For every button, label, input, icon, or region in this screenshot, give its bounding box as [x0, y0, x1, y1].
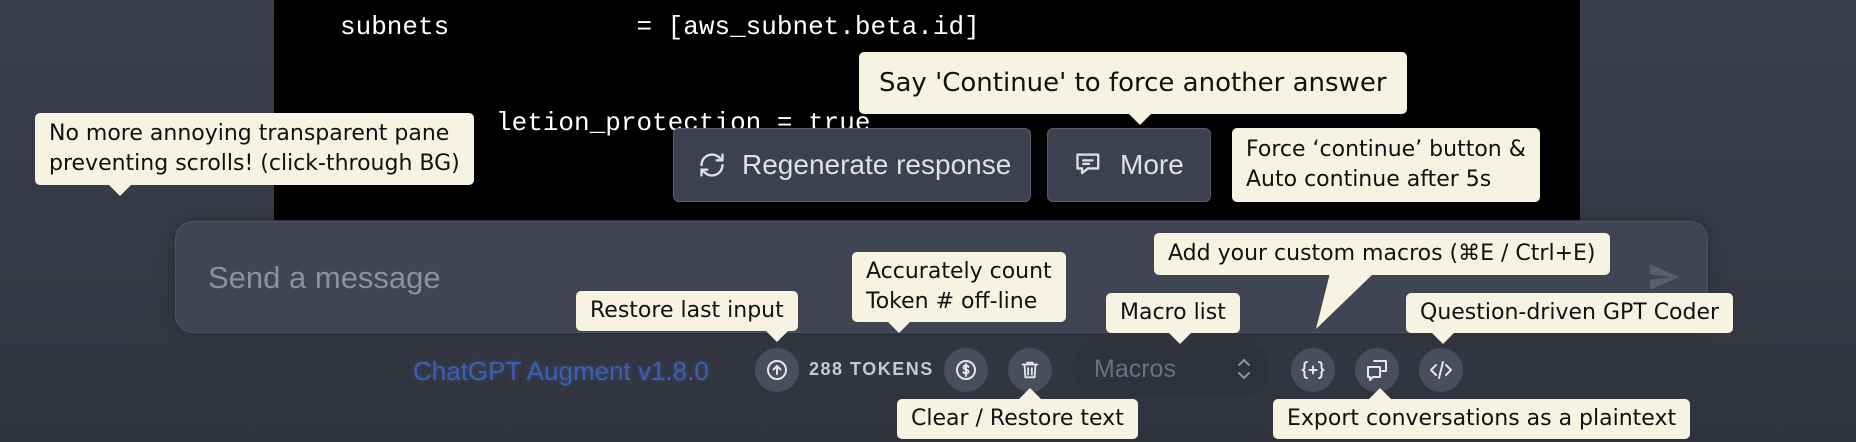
gpt-coder-button[interactable] — [1419, 348, 1463, 392]
message-placeholder: Send a message — [208, 260, 441, 295]
tooltip-arrow — [766, 331, 788, 342]
dollar-icon — [956, 360, 976, 380]
arrow-up-circle-icon — [767, 360, 787, 380]
tooltip-restore-input: Restore last input — [576, 291, 798, 342]
code-icon — [1430, 361, 1452, 379]
chevron-up-down-icon — [1238, 359, 1250, 379]
tooltip-custom-macros: Add your custom macros (⌘E / Ctrl+E) — [1154, 233, 1610, 275]
tooltip-custom-macros-text: Add your custom macros (⌘E / Ctrl+E) — [1168, 241, 1596, 266]
tooltip-arrow — [1369, 388, 1391, 399]
token-count: 288 TOKENS — [809, 359, 934, 379]
more-button[interactable]: More — [1047, 128, 1211, 202]
tooltip-line: Auto continue after 5s — [1246, 167, 1492, 192]
tooltip-continue-text: Say 'Continue' to force another answer — [879, 68, 1387, 98]
tooltip-line: Token # off-line — [866, 289, 1038, 314]
tooltip-continue: Say 'Continue' to force another answer — [859, 52, 1407, 125]
tooltip-macro-list-text: Macro list — [1120, 300, 1226, 325]
tooltip-macro-list: Macro list — [1106, 293, 1240, 344]
more-label: More — [1120, 149, 1184, 180]
refresh-icon — [700, 153, 724, 177]
macros-select[interactable]: Macros — [1072, 342, 1270, 396]
token-cost-button[interactable] — [944, 348, 988, 392]
clear-text-button[interactable] — [1008, 348, 1052, 392]
brand-link[interactable]: ChatGPT Augment v1.8.0 — [413, 356, 709, 387]
tooltip-arrow — [109, 185, 131, 196]
tooltip-arrow — [1129, 114, 1151, 125]
tooltip-line: preventing scrolls! (click-through BG) — [49, 151, 460, 176]
tooltip-gpt-coder: Question-driven GPT Coder — [1406, 293, 1734, 344]
trash-icon — [1021, 361, 1039, 379]
tooltip-arrow — [1432, 333, 1454, 344]
tooltip-clear-text: Clear / Restore text — [911, 406, 1124, 431]
tooltip-restore-text: Restore last input — [590, 298, 784, 323]
add-macro-button[interactable] — [1291, 348, 1335, 392]
tooltip-force-continue: Force ‘continue’ button & Auto continue … — [1232, 128, 1540, 202]
tooltip-line: Accurately count — [866, 259, 1052, 284]
code-line: subnets = [aws_subnet.beta.id] — [340, 12, 980, 42]
tooltip-arrow — [1316, 273, 1374, 329]
tooltip-click-through: No more annoying transparent pane preven… — [35, 113, 474, 196]
restore-input-button[interactable] — [755, 348, 799, 392]
tooltip-arrow — [1169, 333, 1191, 344]
chat-continue-icon — [1076, 153, 1100, 175]
tooltip-token-count: Accurately count Token # off-line — [852, 252, 1066, 333]
tooltip-line: No more annoying transparent pane — [49, 121, 450, 146]
tooltip-clear-restore: Clear / Restore text — [897, 388, 1138, 439]
send-icon[interactable] — [1647, 260, 1681, 294]
export-conversation-button[interactable] — [1355, 348, 1399, 392]
tooltip-arrow — [1019, 388, 1041, 399]
tooltip-export: Export conversations as a plaintext — [1273, 388, 1691, 439]
export-chat-icon — [1367, 360, 1387, 381]
tooltip-export-text: Export conversations as a plaintext — [1287, 406, 1677, 431]
regenerate-label: Regenerate response — [742, 149, 1012, 180]
regenerate-response-button[interactable]: Regenerate response — [673, 128, 1031, 202]
tooltip-line: Force ‘continue’ button & — [1246, 137, 1526, 162]
braces-plus-icon — [1301, 361, 1325, 379]
tooltip-gpt-coder-text: Question-driven GPT Coder — [1420, 300, 1720, 325]
tooltip-arrow — [888, 322, 910, 333]
macros-placeholder: Macros — [1094, 354, 1176, 383]
